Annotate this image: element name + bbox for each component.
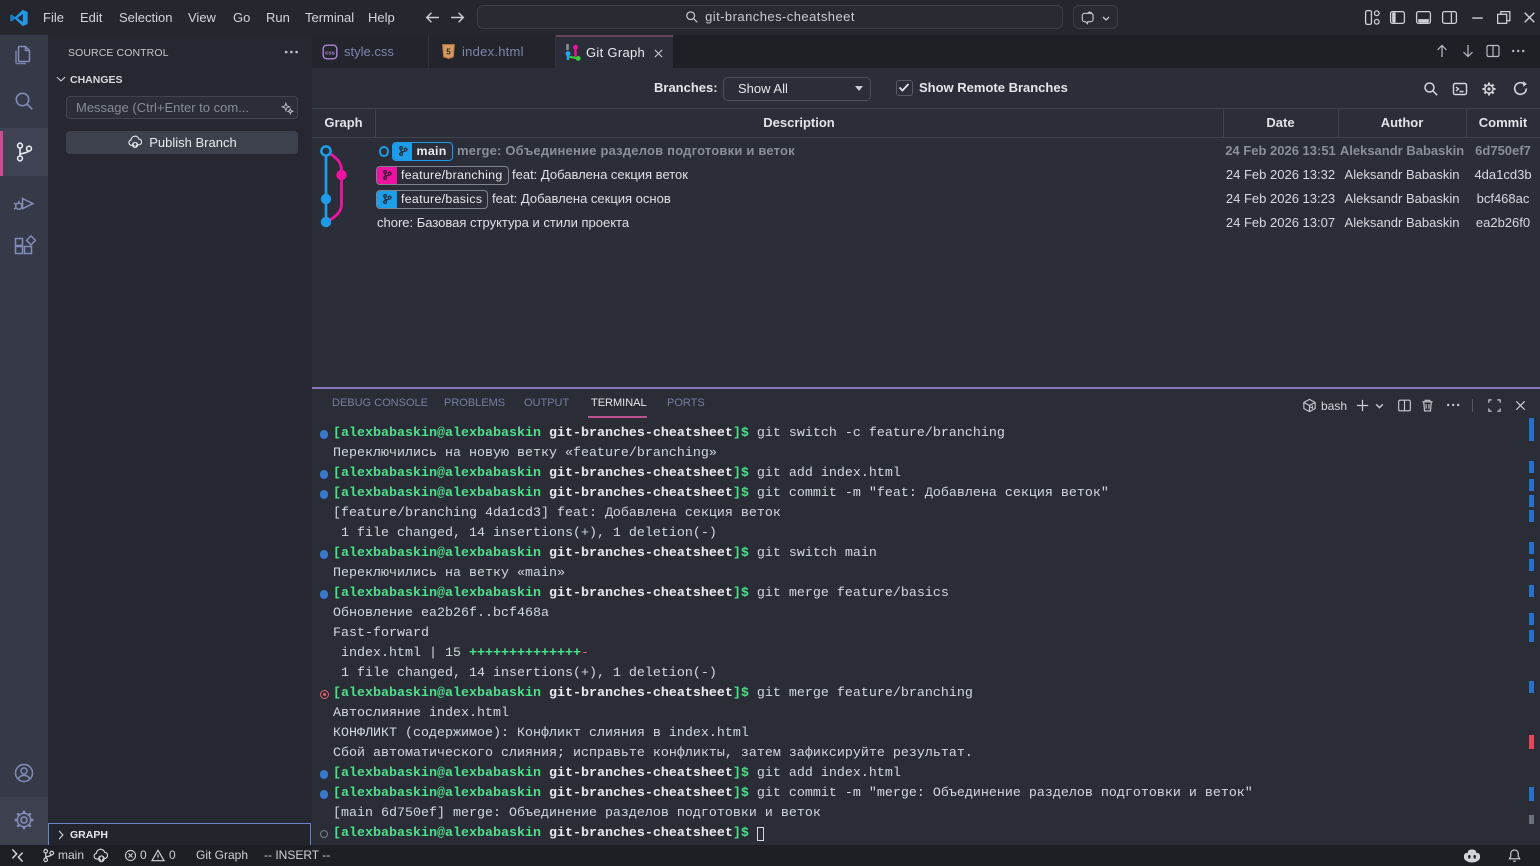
- svg-text:5: 5: [446, 47, 451, 56]
- svg-text:css: css: [325, 50, 335, 56]
